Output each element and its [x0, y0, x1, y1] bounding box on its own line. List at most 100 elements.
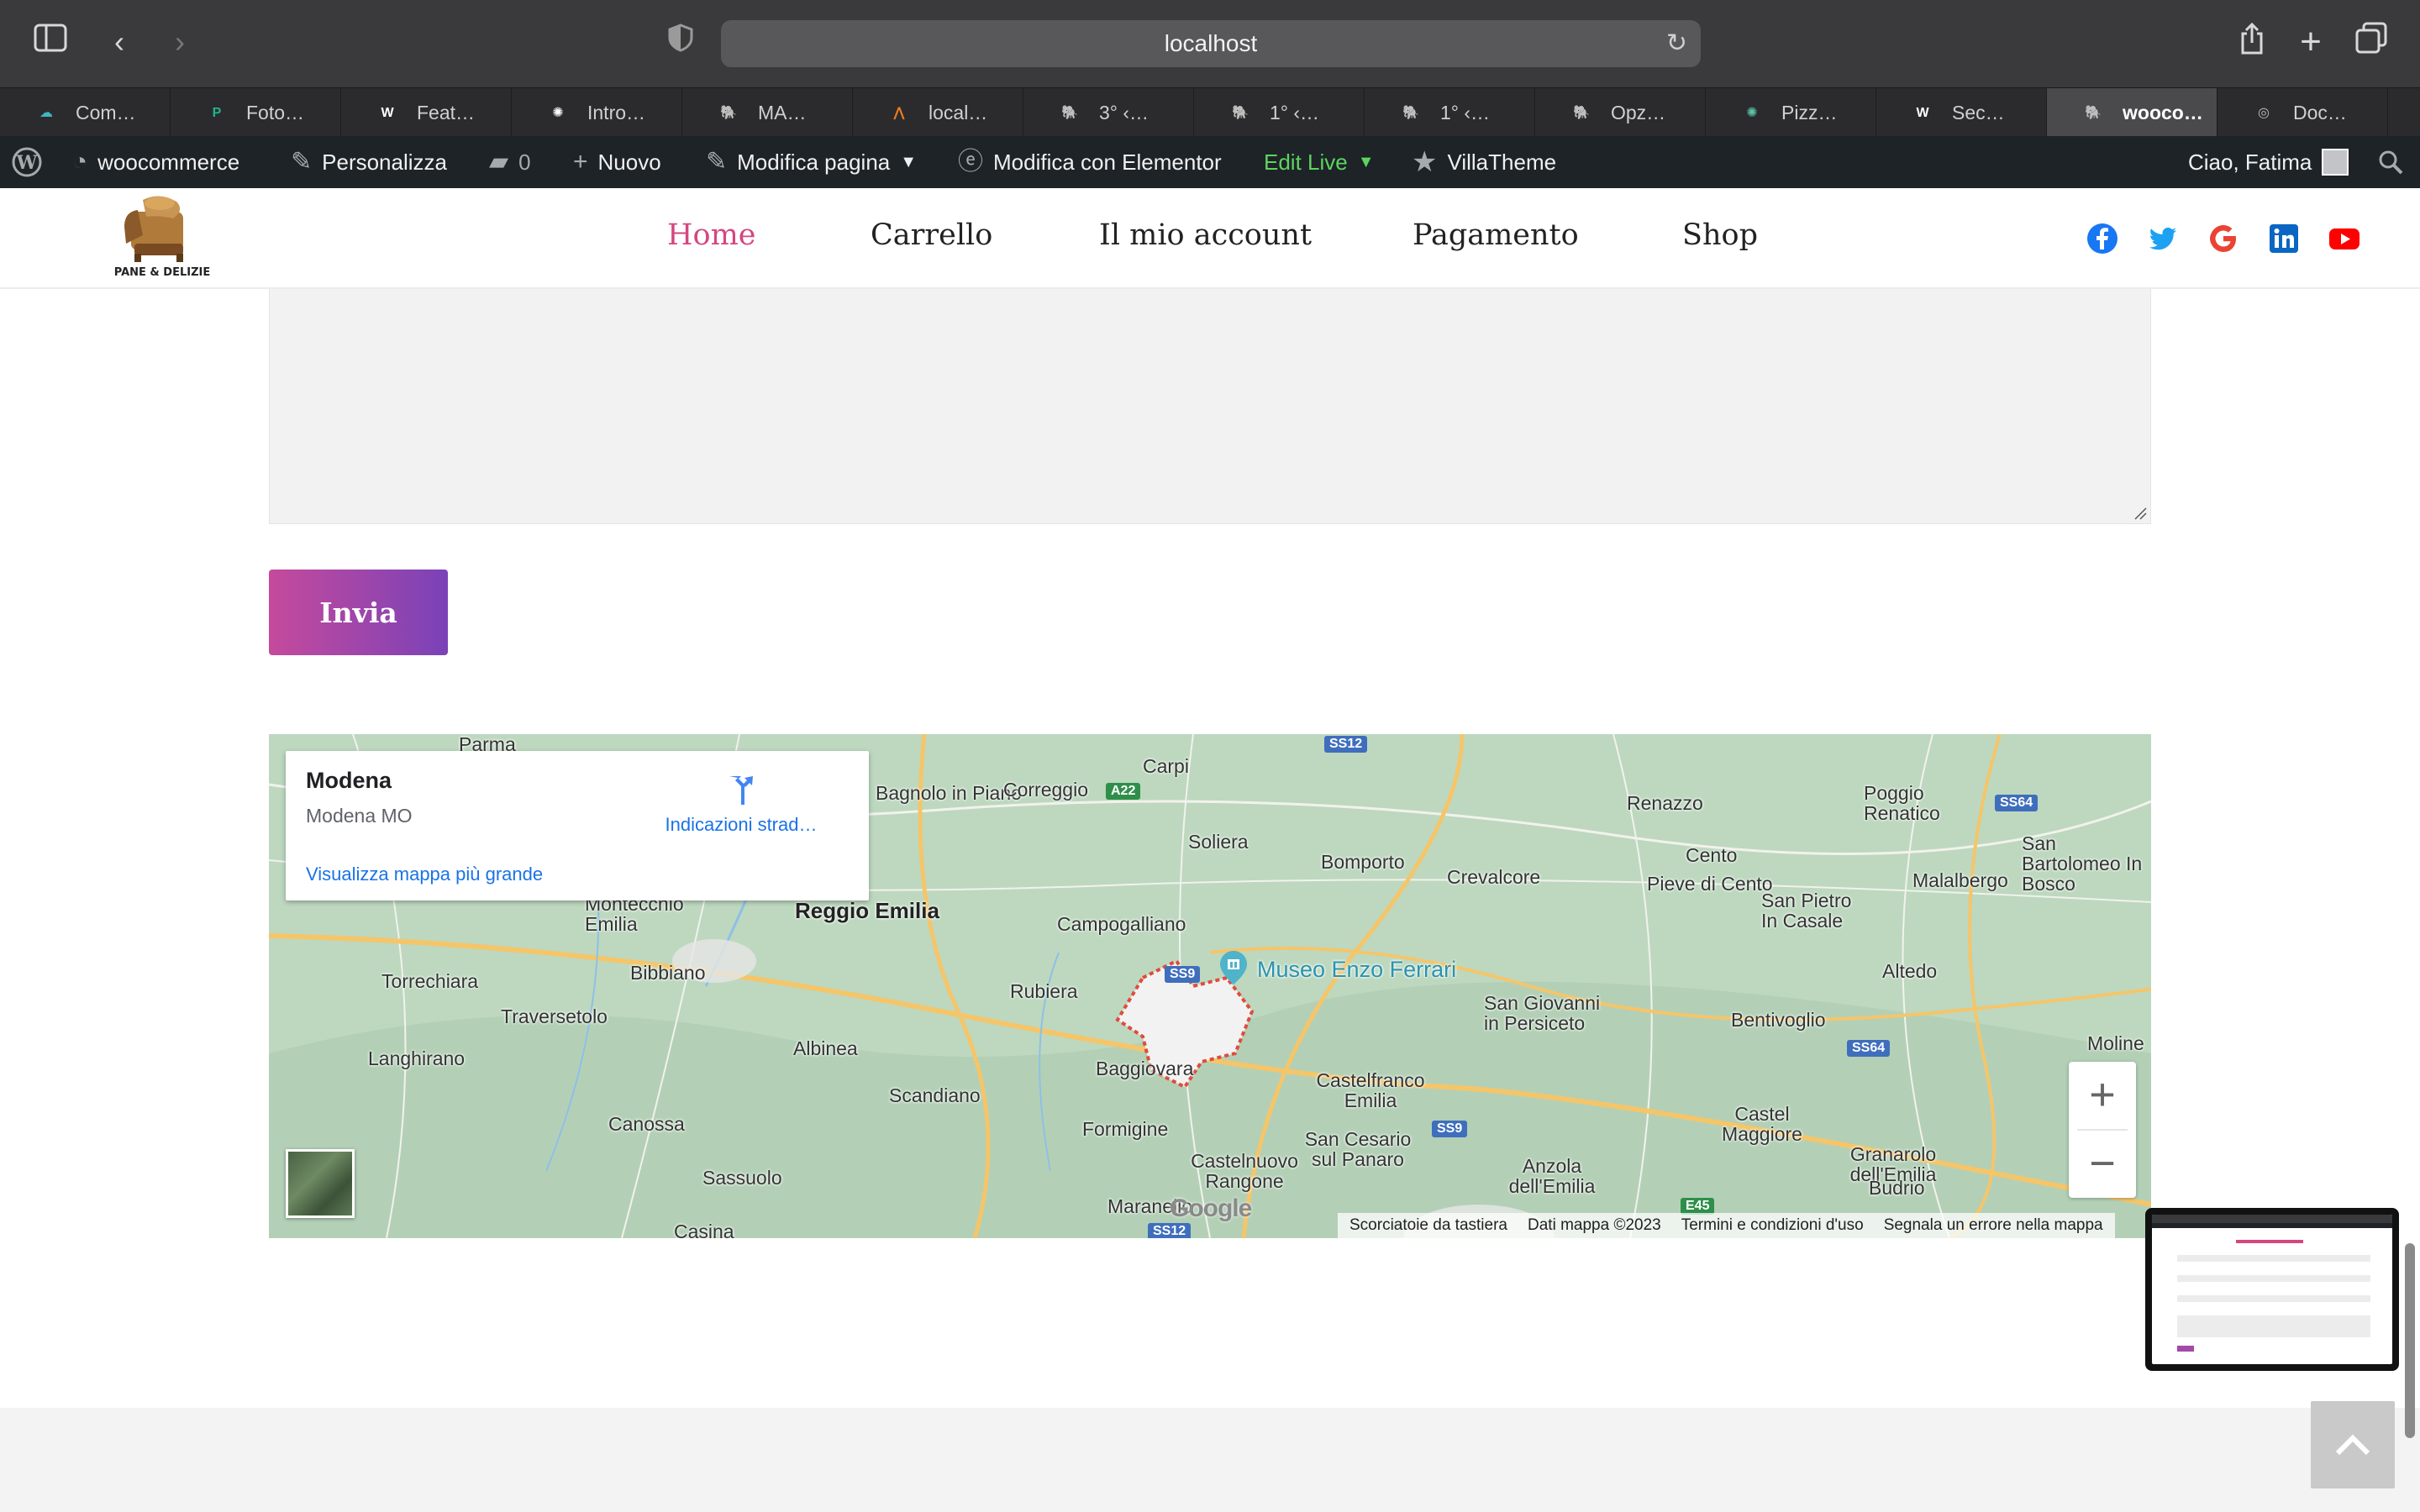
edit-page-link[interactable]: ✎ Modifica pagina ▼ — [706, 136, 917, 188]
youtube-icon[interactable] — [2328, 222, 2361, 255]
avatar — [2322, 149, 2349, 176]
wordpress-icon: W — [1916, 106, 1929, 120]
address-bar[interactable]: localhost ↻ — [721, 20, 1701, 67]
map-place: Langhirano — [368, 1047, 466, 1069]
map-place: Correggio — [1003, 779, 1088, 801]
google-icon[interactable] — [2207, 222, 2240, 255]
terms-link[interactable]: Termini e condizioni d'uso — [1681, 1216, 1864, 1235]
browser-tab[interactable]: 🐘 wooco… — [2047, 88, 2217, 137]
dashboard-icon: ◔ — [72, 148, 88, 176]
tab-label: 1° ‹… — [1440, 101, 1491, 123]
map-place: Albinea — [793, 1037, 858, 1059]
tab-label: Sec… — [1952, 101, 2005, 123]
comments-link[interactable]: ▰ 0 — [489, 136, 531, 188]
map-place: Torrechiara — [381, 970, 479, 992]
map-place: Renazzo — [1627, 792, 1703, 814]
tab-overview-icon[interactable] — [2351, 22, 2391, 62]
browser-toolbar: ‹ › localhost ↻ + — [0, 0, 2420, 87]
report-error-link[interactable]: Segnala un errore nella mappa — [1884, 1216, 2103, 1235]
browser-tab[interactable]: 🐘 1° ‹… — [1365, 88, 1535, 137]
road-shield: A22 — [1106, 783, 1141, 800]
browser-tab[interactable]: 🐘 3° ‹… — [1023, 88, 1194, 137]
directions-link[interactable]: Indicazioni strad… — [649, 773, 834, 836]
landmark-label[interactable]: Museo Enzo Ferrari — [1257, 958, 1456, 981]
map-place: Bibbiano — [630, 962, 706, 984]
send-button[interactable]: Invia — [269, 570, 448, 655]
museum-pin-icon[interactable] — [1220, 951, 1247, 984]
zoom-in-button[interactable]: + — [2069, 1062, 2136, 1129]
map-place: Altedo — [1882, 960, 1938, 982]
page-scrollbar[interactable] — [2405, 1243, 2415, 1438]
nav-home[interactable]: Home — [667, 218, 756, 252]
map-data-label: Dati mappa ©2023 — [1528, 1216, 1661, 1234]
facebook-icon[interactable] — [2086, 222, 2119, 255]
tab-label: wooco… — [2123, 101, 2203, 123]
zoom-out-button[interactable]: − — [2069, 1131, 2136, 1198]
account-menu[interactable]: Ciao, Fatima — [2188, 136, 2349, 188]
zoom-controls: + − — [2069, 1062, 2136, 1198]
admin-site-link[interactable]: ◔ woocommerce — [72, 136, 239, 188]
elephant-icon: 🐘 — [1402, 106, 1419, 120]
site-header: PANE & DELIZIE Home Carrello Il mio acco… — [0, 188, 2420, 289]
new-tab-icon[interactable]: + — [2291, 22, 2331, 62]
svg-text:W: W — [16, 152, 38, 174]
screenshot-thumbnail[interactable] — [2145, 1208, 2399, 1371]
browser-tab[interactable]: ✺ Pizz… — [1706, 88, 1876, 137]
villatheme-link[interactable]: ★ VillaTheme — [1412, 136, 1556, 188]
map-place: Sassuolo — [702, 1167, 782, 1189]
new-content-link[interactable]: + Nuovo — [573, 136, 661, 188]
place-info-card: Modena Modena MO Indicazioni strad… Visu… — [286, 751, 869, 900]
share-icon[interactable] — [2232, 22, 2272, 62]
satellite-toggle[interactable] — [286, 1149, 355, 1218]
nav-il-mio-account[interactable]: Il mio account — [1099, 218, 1312, 252]
browser-tab[interactable]: P Foto… — [171, 88, 341, 137]
openai-icon: ✺ — [1746, 106, 1758, 120]
browser-tab[interactable]: ◎ Doc… — [2217, 88, 2388, 137]
google-map[interactable]: Parma Carpi Bagnolo in Piano Correggio S… — [269, 734, 2151, 1238]
larger-map-link[interactable]: Visualizza mappa più grande — [306, 864, 543, 885]
browser-tab[interactable]: ✺ Intro… — [512, 88, 682, 137]
customize-link[interactable]: ✎ Personalizza — [291, 136, 447, 188]
forward-icon[interactable]: › — [160, 22, 200, 62]
elementor-link[interactable]: ⓔ Modifica con Elementor — [958, 136, 1222, 188]
map-place: Formigine — [1082, 1118, 1169, 1140]
google-logo: Google — [1170, 1194, 1252, 1222]
browser-tab[interactable]: 🐘 1° ‹… — [1194, 88, 1365, 137]
place-subtitle: Modena MO — [306, 805, 413, 827]
site-logo[interactable]: PANE & DELIZIE — [109, 193, 215, 281]
sidebar-toggle-icon[interactable] — [30, 22, 71, 62]
browser-tab[interactable]: W Sec… — [1876, 88, 2047, 137]
road-shield: E45 — [1681, 1198, 1715, 1215]
villatheme-label: VillaTheme — [1447, 150, 1557, 175]
map-place: Moline — [2087, 1032, 2144, 1054]
linkedin-icon[interactable] — [2267, 222, 2301, 255]
resize-handle-icon[interactable] — [2133, 507, 2147, 520]
map-place: Castel Maggiore — [1722, 1103, 1802, 1145]
map-place: Pieve di Cento — [1647, 873, 1773, 895]
nav-pagamento[interactable]: Pagamento — [1413, 218, 1579, 252]
road-shield: SS64 — [1847, 1040, 1891, 1057]
wordpress-icon[interactable]: W — [12, 136, 42, 188]
new-label: Nuovo — [597, 150, 661, 175]
keyboard-shortcuts-link[interactable]: Scorciatoie da tastiera — [1349, 1216, 1507, 1235]
search-icon[interactable] — [2378, 136, 2403, 188]
back-icon[interactable]: ‹ — [99, 22, 139, 62]
browser-tab[interactable]: W Feat… — [341, 88, 512, 137]
reload-icon[interactable]: ↻ — [1666, 20, 1687, 67]
browser-tab[interactable]: 🐘 Opz… — [1535, 88, 1706, 137]
directions-label: Indicazioni strad… — [665, 814, 818, 835]
shield-icon[interactable] — [660, 22, 701, 62]
browser-tab[interactable]: ☁ Com… — [0, 88, 171, 137]
browser-tab[interactable]: 🐘 MA… — [682, 88, 853, 137]
pencil-icon: ✎ — [706, 148, 728, 176]
map-place: San Bartolomeo In Bosco — [2022, 832, 2143, 895]
nav-shop[interactable]: Shop — [1682, 218, 1758, 252]
browser-tab[interactable]: ⋀ local… — [853, 88, 1023, 137]
edit-live-link[interactable]: Edit Live ▼ — [1264, 136, 1375, 188]
map-attribution: Scorciatoie da tastiera Dati mappa ©2023… — [1338, 1213, 2115, 1238]
twitter-icon[interactable] — [2146, 222, 2180, 255]
scroll-to-top-button[interactable] — [2311, 1401, 2395, 1488]
nav-carrello[interactable]: Carrello — [871, 218, 992, 252]
tab-bar: ☁ Com… P Foto… W Feat… ✺ Intro… 🐘 MA… ⋀ local… 🐘 3° ‹… — [0, 87, 2420, 137]
message-textarea[interactable] — [269, 289, 2151, 524]
